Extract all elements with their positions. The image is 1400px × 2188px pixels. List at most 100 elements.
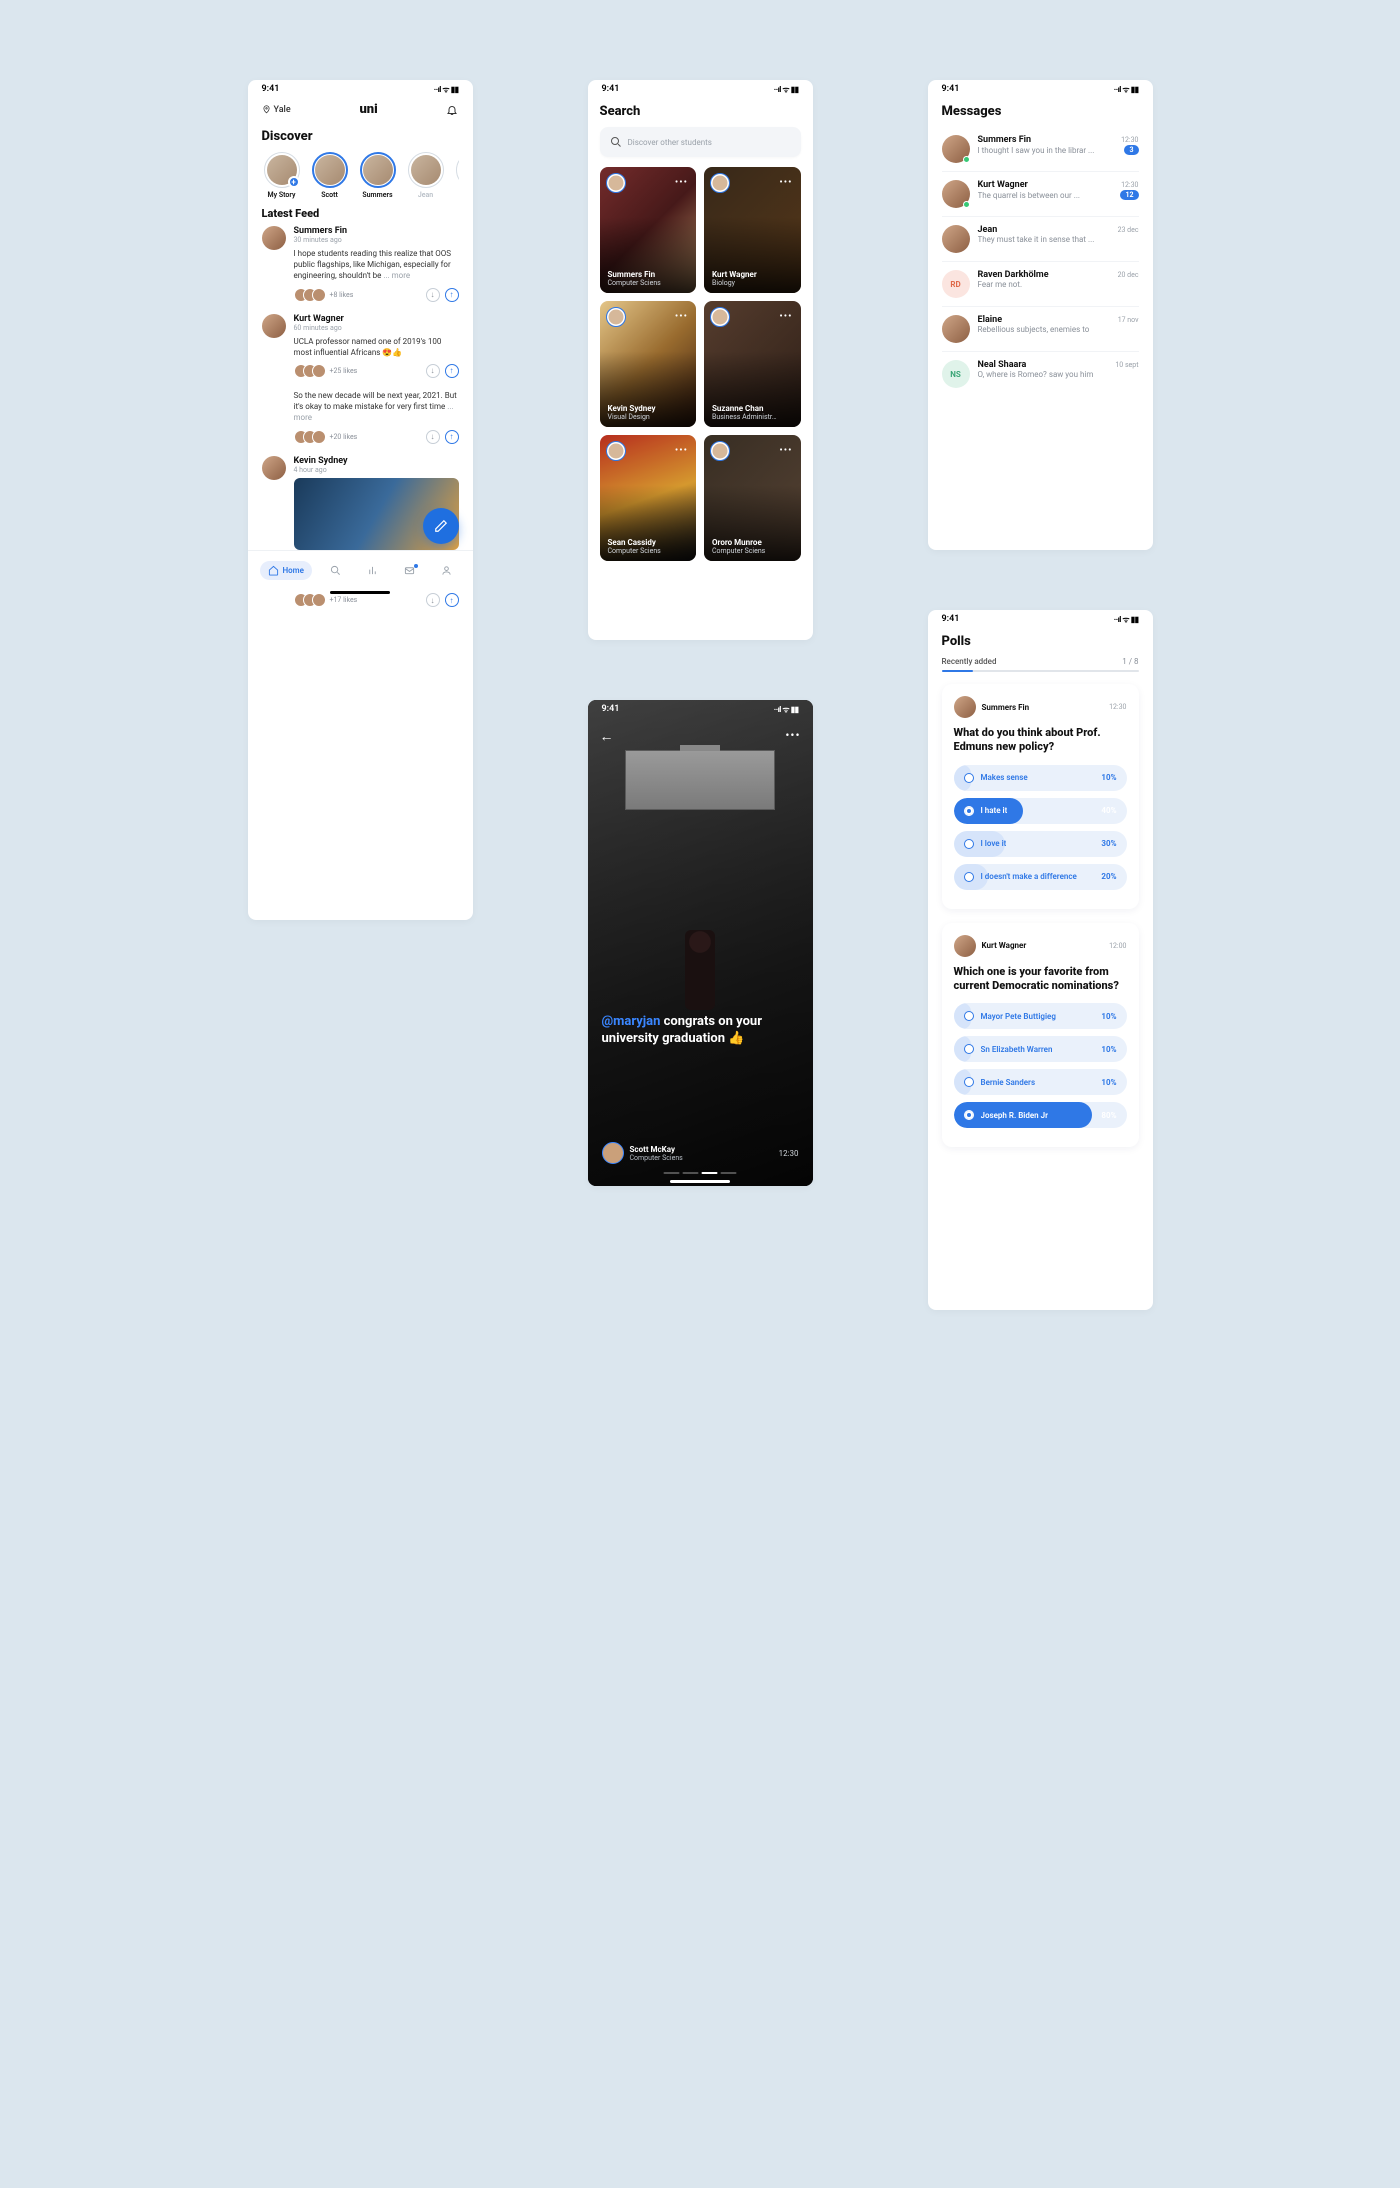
back-button[interactable]: ← <box>600 728 614 745</box>
radio-icon <box>964 806 974 816</box>
poll-author: Summers Fin <box>982 703 1030 712</box>
message-time: 12:30 <box>1121 181 1138 189</box>
message-avatar <box>942 135 970 163</box>
pager-dot <box>702 1172 718 1174</box>
card-more-button[interactable]: ••• <box>779 177 792 188</box>
download-button[interactable]: ↓ <box>426 593 440 607</box>
story-label: Jean <box>406 191 446 199</box>
polls-tab-recent[interactable]: Recently added <box>942 657 997 666</box>
post-likes[interactable]: +20 likes <box>294 430 358 444</box>
tab-profile[interactable] <box>433 561 460 580</box>
card-more-button[interactable]: ••• <box>675 177 688 188</box>
student-card[interactable]: ••• Kurt Wagner Biology <box>704 167 801 293</box>
story-avatar <box>363 155 393 185</box>
author-name: Scott McKay <box>630 1145 683 1154</box>
student-card[interactable]: ••• Summers Fin Computer Sciens <box>600 167 697 293</box>
poll-option[interactable]: Sn Elizabeth Warren 10% <box>954 1036 1127 1062</box>
pencil-icon <box>434 519 448 533</box>
message-preview: The quarrel is between our ... <box>978 191 1081 200</box>
upvote-button[interactable]: ↑ <box>445 364 459 378</box>
feed-post[interactable]: Kurt Wagner60 minutes agoUCLA professor … <box>262 314 459 378</box>
message-row[interactable]: RD Raven Darkhölme20 dec Fear me not. <box>942 262 1139 307</box>
download-button[interactable]: ↓ <box>426 364 440 378</box>
upvote-button[interactable]: ↑ <box>445 288 459 302</box>
student-card[interactable]: ••• Kevin Sydney Visual Design <box>600 301 697 427</box>
message-time: 20 dec <box>1118 271 1139 279</box>
download-button[interactable]: ↓ <box>426 430 440 444</box>
status-time: 9:41 <box>262 84 280 94</box>
tab-bar: Home <box>248 550 473 590</box>
tab-messages[interactable] <box>396 561 423 580</box>
bell-icon[interactable] <box>446 104 458 116</box>
message-row[interactable]: Elaine17 nov Rebellious subjects, enemie… <box>942 307 1139 352</box>
story-item[interactable]: Summers <box>358 152 398 199</box>
pager-dot <box>683 1172 699 1174</box>
poll-option[interactable]: I hate it 40% <box>954 798 1127 824</box>
status-indicators: ··ıl ᯤ ▮▮ <box>774 84 799 95</box>
story-item[interactable]: + My Story <box>262 152 302 199</box>
feed-post[interactable]: So the new decade will be next year, 202… <box>262 390 459 444</box>
card-more-button[interactable]: ••• <box>675 445 688 456</box>
poll-option[interactable]: Bernie Sanders 10% <box>954 1069 1127 1095</box>
home-indicator[interactable] <box>670 1180 730 1183</box>
download-button[interactable]: ↓ <box>426 288 440 302</box>
student-card[interactable]: ••• Suzanne Chan Business Administr… <box>704 301 801 427</box>
poll-option-pct: 30% <box>1101 839 1116 848</box>
tab-search[interactable] <box>322 561 349 580</box>
post-likes[interactable]: +25 likes <box>294 364 358 378</box>
more-button[interactable]: ••• <box>785 728 800 742</box>
card-major: Computer Sciens <box>608 279 661 287</box>
upvote-button[interactable]: ↑ <box>445 430 459 444</box>
message-avatar <box>942 180 970 208</box>
card-avatar <box>710 307 730 327</box>
feed-post[interactable]: Summers Fin30 minutes agoI hope students… <box>262 226 459 302</box>
likes-count: +17 likes <box>330 596 358 604</box>
post-likes[interactable]: +17 likes <box>294 593 358 607</box>
poll-option[interactable]: I love it 30% <box>954 831 1127 857</box>
post-likes[interactable]: +8 likes <box>294 288 354 302</box>
post-time: 30 minutes ago <box>294 236 459 244</box>
author-avatar <box>602 1142 624 1164</box>
story-item[interactable]: Jean <box>406 152 446 199</box>
story-item[interactable]: Scott <box>310 152 350 199</box>
poll-question: What do you think about Prof. Edmuns new… <box>954 726 1127 755</box>
status-indicators: ··ıl ᯤ ▮▮ <box>1114 614 1139 625</box>
story-item[interactable]: Elai <box>454 152 459 199</box>
student-card[interactable]: ••• Ororo Munroe Computer Sciens <box>704 435 801 561</box>
message-row[interactable]: Kurt Wagner12:30 The quarrel is between … <box>942 172 1139 217</box>
story-time: 12:30 <box>779 1149 799 1158</box>
card-major: Business Administr… <box>712 413 777 421</box>
tab-home[interactable]: Home <box>260 561 311 580</box>
card-more-button[interactable]: ••• <box>779 445 792 456</box>
radio-icon <box>964 1077 974 1087</box>
card-major: Computer Sciens <box>712 547 765 555</box>
compose-fab[interactable] <box>423 508 459 544</box>
post-more[interactable]: ... more <box>383 271 410 280</box>
screen-discover: 9:41 ··ıl ᯤ ▮▮ Yale uni Discover + My St… <box>248 80 473 920</box>
tab-polls[interactable] <box>359 561 386 580</box>
search-input[interactable]: Discover other students <box>600 127 801 157</box>
card-more-button[interactable]: ••• <box>675 311 688 322</box>
poll-option[interactable]: I doesn't make a difference 20% <box>954 864 1127 890</box>
home-indicator[interactable] <box>330 591 390 594</box>
location-selector[interactable]: Yale <box>262 105 291 115</box>
student-card[interactable]: ••• Sean Cassidy Computer Sciens <box>600 435 697 561</box>
message-row[interactable]: Summers Fin12:30 I thought I saw you in … <box>942 127 1139 172</box>
poll-option[interactable]: Joseph R. Biden Jr 80% <box>954 1102 1127 1128</box>
post-avatar <box>262 226 286 250</box>
upvote-button[interactable]: ↑ <box>445 593 459 607</box>
message-row[interactable]: NS Neal Shaara10 sept O, where is Romeo?… <box>942 352 1139 396</box>
story-mention[interactable]: @maryjan <box>602 1014 661 1029</box>
card-more-button[interactable]: ••• <box>779 311 792 322</box>
poll-option-label: I love it <box>981 839 1007 848</box>
story-author[interactable]: Scott McKay Computer Sciens 12:30 <box>602 1142 799 1164</box>
poll-option-label: Mayor Pete Buttigieg <box>981 1012 1056 1021</box>
poll-option[interactable]: Makes sense 10% <box>954 765 1127 791</box>
card-name: Ororo Munroe <box>712 538 765 547</box>
message-row[interactable]: Jean23 dec They must take it in sense th… <box>942 217 1139 262</box>
story-image[interactable] <box>588 700 813 1186</box>
location-label: Yale <box>274 105 291 115</box>
post-more[interactable]: ... more <box>294 402 454 422</box>
poll-option[interactable]: Mayor Pete Buttigieg 10% <box>954 1003 1127 1029</box>
poll-card: Summers Fin 12:30 What do you think abou… <box>942 684 1139 909</box>
